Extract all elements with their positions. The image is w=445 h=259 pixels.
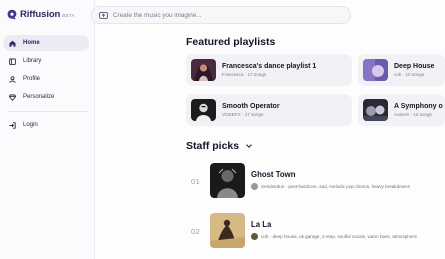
- track-cover: [210, 163, 245, 198]
- riffusion-logo-icon: [7, 9, 17, 20]
- playlist-card[interactable]: A Symphony o Autorre · 12 songs: [358, 94, 445, 126]
- login-icon: [8, 121, 16, 129]
- featured-playlists-title: Featured playlists: [186, 36, 276, 48]
- profile-icon: [8, 75, 16, 83]
- playlist-cover: [363, 59, 388, 81]
- avatar: [251, 233, 258, 240]
- playlist-card[interactable]: Deep House cob · 10 songs: [358, 54, 445, 86]
- playlist-subtitle: cob · 10 songs: [394, 72, 425, 77]
- playlist-card[interactable]: Smooth Operator VOXEFX · 17 songs: [186, 94, 352, 126]
- home-icon: [8, 39, 16, 47]
- playlist-title: Deep House: [394, 63, 435, 70]
- playlist-cover: [191, 59, 216, 81]
- track-rank: 01: [191, 177, 201, 186]
- sidebar-item-label: Profile: [23, 76, 41, 82]
- personalize-icon: [8, 93, 16, 101]
- track-tags: Sendsedun · post-hardcore, sad, melodic …: [261, 184, 410, 189]
- playlist-subtitle: Autorre · 12 songs: [394, 112, 432, 117]
- track-title: La La: [251, 220, 272, 229]
- playlist-cover: [191, 99, 216, 121]
- playlist-title: Smooth Operator: [222, 103, 280, 110]
- track-rank: 02: [191, 227, 201, 236]
- sidebar: Riffusion BETA Home Library Profile Pers…: [0, 0, 95, 259]
- playlist-card[interactable]: Francesca's dance playlist 1 Francesca ·…: [186, 54, 352, 86]
- avatar: [251, 183, 258, 190]
- track-meta: cob · deep house, uk garage, 2-step, sou…: [251, 233, 417, 240]
- sidebar-divider: [8, 111, 88, 112]
- playlist-title: A Symphony o: [394, 103, 443, 110]
- music-create-icon: [99, 12, 108, 19]
- track-tags: cob · deep house, uk garage, 2-step, sou…: [261, 234, 418, 239]
- track-row[interactable]: 01 Ghost Town Sendsedun · post-hardcore,…: [186, 163, 445, 203]
- playlist-title: Francesca's dance playlist 1: [222, 63, 317, 70]
- brand-name: Riffusion: [20, 9, 61, 20]
- sidebar-item-label: Home: [23, 40, 40, 46]
- playlist-cover: [363, 99, 388, 121]
- staff-picks-header[interactable]: Staff picks: [186, 140, 252, 152]
- sidebar-item-personalize[interactable]: Personalize: [3, 89, 89, 105]
- staff-picks-title: Staff picks: [186, 140, 240, 152]
- track-meta: Sendsedun · post-hardcore, sad, melodic …: [251, 183, 410, 190]
- track-cover: [210, 213, 245, 248]
- login-label: Login: [23, 122, 38, 128]
- search-input[interactable]: Create the music you imagine...: [91, 6, 351, 24]
- login-button[interactable]: Login: [3, 117, 89, 133]
- playlist-subtitle: Francesca · 17 songs: [222, 72, 267, 77]
- chevron-down-icon: [246, 144, 252, 149]
- track-title: Ghost Town: [251, 170, 296, 179]
- brand[interactable]: Riffusion BETA: [7, 9, 75, 20]
- sidebar-item-profile[interactable]: Profile: [3, 71, 89, 87]
- beta-badge: BETA: [62, 13, 75, 18]
- sidebar-item-label: Library: [23, 58, 42, 64]
- track-row[interactable]: 02 La La cob · deep house, uk garage, 2-…: [186, 213, 445, 253]
- playlist-subtitle: VOXEFX · 17 songs: [222, 112, 264, 117]
- search-placeholder: Create the music you imagine...: [113, 11, 202, 19]
- sidebar-item-home[interactable]: Home: [3, 35, 89, 51]
- library-icon: [8, 57, 16, 65]
- sidebar-item-library[interactable]: Library: [3, 53, 89, 69]
- sidebar-item-label: Personalize: [23, 94, 55, 100]
